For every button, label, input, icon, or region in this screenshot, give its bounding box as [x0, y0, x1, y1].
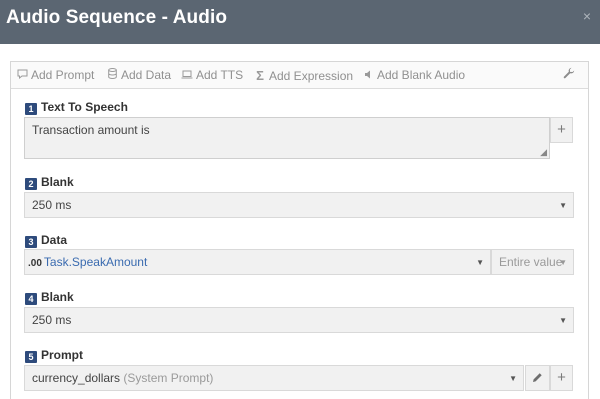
volume-icon — [361, 70, 375, 82]
step-number-badge: 3 — [25, 236, 37, 248]
tts-text-input[interactable]: Transaction amount is ◢ — [24, 117, 550, 159]
step-5-label: Prompt — [41, 348, 83, 362]
step-number-badge: 4 — [25, 293, 37, 305]
prompt-add-button[interactable]: + — [550, 365, 573, 391]
step-number-badge: 1 — [25, 103, 37, 115]
blank-duration-value: 250 ms — [32, 313, 72, 327]
speech-bubble-icon — [15, 69, 29, 82]
add-tts-button[interactable]: Add TTS — [180, 68, 243, 82]
decimal-format-icon: .00 — [28, 258, 42, 269]
step-2-header: 2 Blank — [25, 175, 74, 190]
data-mode-select[interactable]: Entire value ▼ — [491, 249, 574, 275]
toolbar: Add Prompt Add Data Add TTS Σ Add Express… — [11, 62, 588, 89]
prompt-source: (System Prompt) — [123, 371, 214, 385]
blank-duration-value: 250 ms — [32, 198, 72, 212]
step-3-label: Data — [41, 233, 68, 247]
tts-add-button[interactable]: + — [550, 117, 573, 143]
add-data-button[interactable]: Add Data — [105, 68, 171, 82]
chevron-down-icon: ▼ — [559, 316, 567, 325]
step-3-header: 3 Data — [25, 233, 67, 248]
chevron-down-icon: ▼ — [559, 201, 567, 210]
pencil-icon — [532, 369, 543, 386]
step-4-label: Blank — [41, 290, 74, 304]
data-variable-value: Task.SpeakAmount — [43, 255, 148, 269]
step-1-header: 1 Text To Speech — [25, 100, 128, 115]
step-number-badge: 2 — [25, 178, 37, 190]
prompt-value: currency_dollars — [32, 371, 121, 385]
step-5-header: 5 Prompt — [25, 348, 83, 363]
prompt-select[interactable]: currency_dollars (System Prompt) ▼ — [24, 365, 524, 391]
data-variable-select[interactable]: .00 Task.SpeakAmount ▼ — [24, 249, 491, 275]
step-2-label: Blank — [41, 175, 74, 189]
chevron-down-icon: ▼ — [559, 258, 567, 267]
add-data-label: Add Data — [121, 68, 172, 82]
audio-sequence-panel: Add Prompt Add Data Add TTS Σ Add Express… — [10, 61, 589, 399]
chevron-down-icon: ▼ — [476, 258, 484, 267]
step-4-header: 4 Blank — [25, 290, 74, 305]
blank-duration-select-2[interactable]: 250 ms ▼ — [24, 307, 574, 333]
add-tts-label: Add TTS — [196, 68, 244, 82]
dialog-titlebar: Audio Sequence - Audio × — [0, 0, 600, 44]
chevron-down-icon: ▼ — [509, 374, 517, 383]
dialog-title: Audio Sequence - Audio — [6, 7, 228, 28]
laptop-icon — [180, 70, 194, 82]
edit-prompt-button[interactable] — [525, 365, 550, 391]
add-blank-audio-button[interactable]: Add Blank Audio — [361, 68, 465, 82]
tts-text-value: Transaction amount is — [32, 123, 150, 137]
step-1-label: Text To Speech — [41, 100, 128, 114]
close-icon[interactable]: × — [583, 8, 591, 24]
resize-grip-icon[interactable]: ◢ — [540, 148, 547, 157]
wrench-icon[interactable] — [563, 67, 575, 82]
add-expression-button[interactable]: Σ Add Expression — [253, 68, 353, 83]
sigma-icon: Σ — [256, 68, 264, 83]
add-prompt-button[interactable]: Add Prompt — [15, 68, 94, 82]
blank-duration-select-1[interactable]: 250 ms ▼ — [24, 192, 574, 218]
data-mode-value: Entire value — [499, 255, 563, 269]
add-prompt-label: Add Prompt — [31, 68, 95, 82]
add-expression-label: Add Expression — [269, 69, 354, 83]
add-blank-audio-label: Add Blank Audio — [377, 68, 466, 82]
database-icon — [105, 68, 119, 82]
step-number-badge: 5 — [25, 351, 37, 363]
